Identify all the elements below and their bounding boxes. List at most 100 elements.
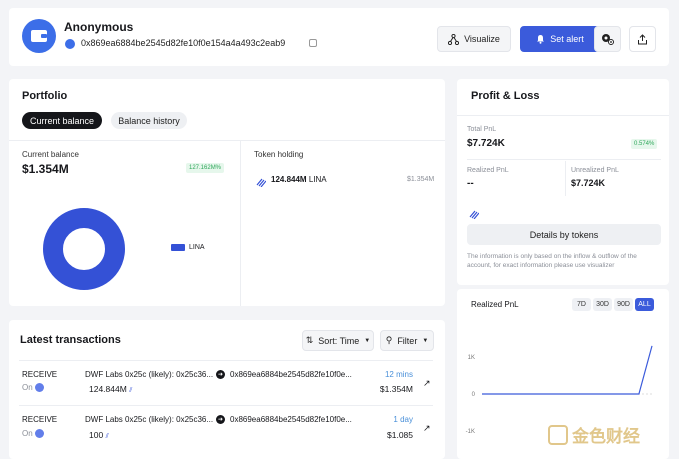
tx-from[interactable]: DWF Labs 0x25c (likely): 0x25c36... (85, 415, 213, 424)
y-tick-0: 0 (472, 392, 476, 398)
watermark-logo-icon (548, 424, 568, 445)
details-by-tokens-button[interactable]: Details by tokens (467, 224, 661, 245)
total-pnl-label: Total PnL (467, 126, 497, 133)
portfolio-card: Portfolio Current balance Balance histor… (9, 79, 445, 306)
copy-icon[interactable] (309, 39, 317, 47)
table-row[interactable]: RECEIVE On DWF Labs 0x25c (likely): 0x25… (19, 409, 443, 453)
external-link-icon[interactable]: ↗ (423, 378, 431, 389)
tab-current-balance[interactable]: Current balance (22, 112, 102, 129)
balance-change-badge: 127.162M% (186, 163, 225, 173)
portfolio-title: Portfolio (22, 90, 68, 102)
lina-token-icon (256, 174, 267, 188)
watermark: 金色财经 (548, 422, 640, 447)
tx-amount: 100 ⫽ (89, 430, 109, 441)
tx-on-label: On (22, 429, 33, 438)
ethereum-icon (34, 383, 44, 393)
realized-chart-title: Realized PnL (471, 300, 519, 309)
total-pnl-change: 0.574% (631, 139, 658, 149)
watch-button[interactable] (594, 26, 621, 52)
set-alert-button[interactable]: Set alert (520, 26, 600, 52)
visualize-button[interactable]: Visualize (437, 26, 511, 52)
legend-swatch-lina (171, 244, 185, 251)
share-icon (638, 33, 647, 44)
pnl-row-divider (467, 159, 661, 160)
realized-pnl-value: -- (467, 178, 474, 189)
token-holding-label: Token holding (254, 150, 304, 159)
external-link-icon[interactable]: ↗ (423, 423, 431, 434)
tx-header-divider (19, 360, 433, 361)
tx-to[interactable]: 0x869ea6884be2545d82fe10f0e... (230, 370, 352, 379)
account-address: 0x869ea6884be2545d82fe10f0e154a4a493c2ea… (81, 38, 286, 48)
unrealized-pnl-label: Unrealized PnL (571, 167, 619, 174)
range-30d[interactable]: 30D (593, 298, 612, 311)
tx-on-label: On (22, 383, 33, 392)
tx-to[interactable]: 0x869ea6884be2545d82fe10f0e... (230, 415, 352, 424)
tx-row-divider (19, 405, 433, 406)
y-tick-neg-1k: -1K (466, 429, 475, 435)
holding-value: $1.354M (407, 176, 435, 183)
unrealized-pnl-value: $7.724K (571, 178, 606, 188)
pnl-note: The information is only based on the inf… (467, 253, 637, 269)
account-name: Anonymous (64, 20, 134, 34)
network-icon (448, 33, 460, 45)
holding-symbol: LINA (308, 175, 327, 184)
bell-icon (537, 35, 545, 44)
arrow-right-icon: ➜ (216, 415, 225, 424)
pnl-title: Profit & Loss (471, 90, 540, 102)
pnl-token-icon (469, 206, 480, 220)
tx-from[interactable]: DWF Labs 0x25c (likely): 0x25c36... (85, 370, 213, 379)
realized-pnl-label: Realized PnL (467, 167, 509, 174)
lina-token-icon: ⫽ (129, 387, 133, 394)
total-pnl-value: $7.724K (467, 138, 505, 149)
sort-icon: ⇅ (305, 335, 314, 345)
pnl-card: Profit & Loss Total PnL $7.724K 0.574% R… (457, 79, 669, 285)
transactions-title: Latest transactions (20, 334, 121, 346)
share-button[interactable] (629, 26, 656, 52)
tx-time: 1 day (393, 415, 413, 424)
portfolio-divider (9, 140, 445, 141)
range-all[interactable]: ALL (635, 298, 654, 311)
tx-time: 12 mins (384, 370, 413, 379)
wallet-icon (31, 30, 47, 42)
holding-amount-value: 124.844M (271, 175, 307, 184)
range-7d[interactable]: 7D (572, 298, 591, 311)
lina-token-icon: ⫽ (105, 433, 109, 440)
current-balance-value: $1.354M (22, 162, 69, 176)
filter-label: Filter (397, 335, 418, 346)
range-90d[interactable]: 90D (614, 298, 633, 311)
sort-label: Sort: Time (318, 335, 360, 346)
filter-dropdown[interactable]: ⚲ Filter ▼ (380, 330, 434, 351)
chevron-down-icon: ▼ (364, 337, 371, 344)
wallet-avatar (22, 19, 56, 53)
tx-amount-value: 124.844M (89, 384, 127, 394)
watch-eye-icon (602, 34, 614, 45)
arrow-right-icon: ➜ (216, 370, 225, 379)
y-tick-1k: 1K (468, 355, 475, 361)
tx-value: $1.354M (379, 384, 413, 394)
sort-dropdown[interactable]: ⇅ Sort: Time ▼ (302, 330, 374, 351)
ethereum-icon (34, 429, 44, 439)
tx-amount-value: 100 (89, 430, 104, 440)
tx-amount: 124.844M ⫽ (89, 384, 132, 395)
watermark-text: 金色财经 (572, 427, 640, 447)
visualize-label: Visualize (464, 34, 500, 44)
pnl-divider (457, 115, 669, 116)
tx-chain: On (22, 383, 44, 393)
header-card: Anonymous 0x869ea6884be2545d82fe10f0e154… (9, 8, 669, 66)
tab-balance-history[interactable]: Balance history (111, 112, 187, 129)
range-selector: 7D 30D 90D ALL (572, 298, 654, 311)
current-balance-label: Current balance (22, 150, 79, 159)
pnl-col-divider (565, 161, 566, 196)
portfolio-vertical-divider (240, 140, 241, 306)
donut-ring-lina (43, 208, 125, 290)
set-alert-label: Set alert (550, 34, 584, 44)
table-row[interactable]: RECEIVE On DWF Labs 0x25c (likely): 0x25… (19, 364, 443, 408)
address-chain-icon (65, 39, 75, 49)
legend-label-lina: LINA (189, 244, 205, 251)
transactions-card: Latest transactions ⇅ Sort: Time ▼ ⚲ Fil… (9, 320, 445, 459)
balance-donut-chart (43, 208, 125, 290)
holding-amount: 124.844M LINA (271, 175, 327, 184)
tx-chain: On (22, 429, 44, 439)
tx-value: $1.085 (387, 430, 413, 440)
tx-type: RECEIVE (22, 415, 58, 424)
